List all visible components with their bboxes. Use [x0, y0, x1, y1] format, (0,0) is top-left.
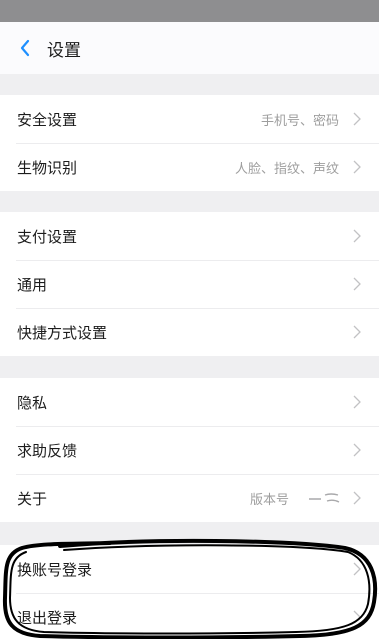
- nav-bar: 设置: [0, 22, 379, 74]
- settings-row-biometrics[interactable]: 生物识别 人脸、指纹、声纹: [0, 143, 379, 191]
- chevron-right-icon: [353, 491, 361, 505]
- settings-group-general: 支付设置 通用 快捷方式设置: [0, 212, 379, 356]
- chevron-right-icon: [353, 610, 361, 624]
- row-label: 安全设置: [17, 110, 78, 129]
- row-label: 退出登录: [17, 608, 78, 627]
- settings-row-privacy[interactable]: 隐私: [0, 378, 379, 426]
- settings-row-security[interactable]: 安全设置 手机号、密码: [0, 95, 379, 143]
- settings-group-account-security: 安全设置 手机号、密码 生物识别 人脸、指纹、声纹: [0, 95, 379, 191]
- chevron-right-icon: [353, 277, 361, 291]
- settings-row-shortcuts[interactable]: 快捷方式设置: [0, 308, 379, 356]
- row-label: 生物识别: [17, 158, 78, 177]
- row-label: 通用: [17, 275, 48, 294]
- settings-row-about[interactable]: 关于 版本号: [0, 474, 379, 522]
- chevron-left-icon: [20, 39, 30, 57]
- settings-row-general[interactable]: 通用: [0, 260, 379, 308]
- page-title: 设置: [47, 40, 81, 61]
- row-value: 手机号、密码: [260, 113, 339, 129]
- row-label: 支付设置: [17, 227, 78, 246]
- settings-group-account: 换账号登录 退出登录: [0, 545, 379, 641]
- chevron-right-icon: [353, 229, 361, 243]
- chevron-right-icon: [353, 395, 361, 409]
- chevron-right-icon: [353, 112, 361, 126]
- version-label: 版本号: [249, 492, 289, 508]
- row-label: 隐私: [17, 393, 48, 412]
- chevron-right-icon: [353, 443, 361, 457]
- settings-group-privacy: 隐私 求助反馈 关于 版本号: [0, 378, 379, 522]
- chevron-right-icon: [353, 562, 361, 576]
- row-label: 快捷方式设置: [17, 323, 108, 342]
- chevron-right-icon: [353, 325, 361, 339]
- row-label: 换账号登录: [17, 560, 93, 579]
- status-bar: [0, 0, 379, 22]
- settings-row-switch-account[interactable]: 换账号登录: [0, 545, 379, 593]
- settings-row-feedback[interactable]: 求助反馈: [0, 426, 379, 474]
- row-label: 关于: [17, 489, 48, 508]
- settings-row-payment[interactable]: 支付设置: [0, 212, 379, 260]
- row-label: 求助反馈: [17, 441, 78, 460]
- settings-row-logout[interactable]: 退出登录: [0, 593, 379, 641]
- chevron-right-icon: [353, 160, 361, 174]
- redacted-version-mark: [309, 493, 340, 503]
- row-value: 人脸、指纹、声纹: [234, 161, 339, 177]
- back-button[interactable]: [13, 36, 37, 60]
